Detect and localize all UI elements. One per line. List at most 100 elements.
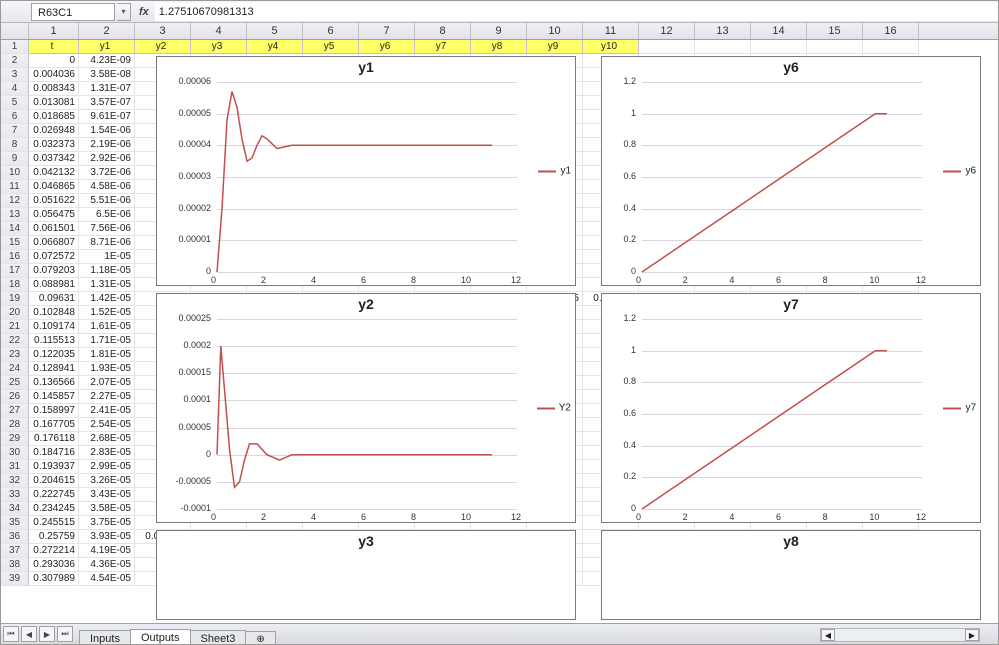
cell[interactable]: 3.57E-07 [79, 96, 135, 110]
cell[interactable]: 1.31E-05 [79, 278, 135, 292]
cell[interactable]: 0.018685 [29, 110, 79, 124]
cell[interactable]: 0.167705 [29, 418, 79, 432]
row-header[interactable]: 22 [1, 334, 29, 348]
cell[interactable]: 4.23E-09 [79, 54, 135, 68]
row-header[interactable]: 9 [1, 152, 29, 166]
cell[interactable]: 9.61E-07 [79, 110, 135, 124]
cell[interactable]: 0.115513 [29, 334, 79, 348]
cell[interactable]: 4.54E-05 [79, 572, 135, 586]
tab-nav-first-icon[interactable]: ⏮ [3, 626, 19, 642]
column-header[interactable]: 7 [359, 23, 415, 39]
cell[interactable]: 0.193937 [29, 460, 79, 474]
row-header[interactable]: 27 [1, 404, 29, 418]
row-header[interactable]: 26 [1, 390, 29, 404]
cell[interactable]: y10 [583, 40, 639, 54]
column-header[interactable]: 10 [527, 23, 583, 39]
cell[interactable]: 0.176118 [29, 432, 79, 446]
cell[interactable]: 4.36E-05 [79, 558, 135, 572]
row-header[interactable]: 11 [1, 180, 29, 194]
column-header[interactable]: 15 [807, 23, 863, 39]
chart-y3[interactable]: y3 [156, 530, 576, 620]
row-header[interactable]: 33 [1, 488, 29, 502]
row-header[interactable]: 29 [1, 432, 29, 446]
cell[interactable]: 0.307989 [29, 572, 79, 586]
tab-nav-prev-icon[interactable]: ◀ [21, 626, 37, 642]
row-header[interactable]: 4 [1, 82, 29, 96]
column-header[interactable]: 3 [135, 23, 191, 39]
new-sheet-icon[interactable]: ⊕ [245, 631, 275, 645]
column-header[interactable]: 11 [583, 23, 639, 39]
spreadsheet-grid[interactable]: 12345678910111213141516 1ty1y2y3y4y5y6y7… [1, 23, 998, 624]
row-header[interactable]: 17 [1, 264, 29, 278]
row-header[interactable]: 6 [1, 110, 29, 124]
column-header[interactable]: 5 [247, 23, 303, 39]
row-header[interactable]: 30 [1, 446, 29, 460]
cell[interactable]: 0.051622 [29, 194, 79, 208]
cell[interactable]: 1.61E-05 [79, 320, 135, 334]
row-header[interactable]: 8 [1, 138, 29, 152]
row-header[interactable]: 7 [1, 124, 29, 138]
cell[interactable]: 6.5E-06 [79, 208, 135, 222]
row-header[interactable]: 12 [1, 194, 29, 208]
cell[interactable]: 7.56E-06 [79, 222, 135, 236]
row-header[interactable]: 1 [1, 40, 29, 54]
cell[interactable]: 0.102848 [29, 306, 79, 320]
cell[interactable]: 1.42E-05 [79, 292, 135, 306]
column-header[interactable]: 9 [471, 23, 527, 39]
cell[interactable]: 0.066807 [29, 236, 79, 250]
sheet-tab[interactable]: Outputs [130, 629, 191, 645]
row-header[interactable]: 13 [1, 208, 29, 222]
tab-nav-next-icon[interactable]: ▶ [39, 626, 55, 642]
cell[interactable]: 3.58E-05 [79, 502, 135, 516]
cell[interactable]: 0.293036 [29, 558, 79, 572]
cell[interactable]: 2.27E-05 [79, 390, 135, 404]
cell[interactable]: y5 [303, 40, 359, 54]
cell[interactable]: 0.013081 [29, 96, 79, 110]
cell[interactable]: 0.122035 [29, 348, 79, 362]
cell[interactable]: 0.136566 [29, 376, 79, 390]
cell[interactable]: 1.71E-05 [79, 334, 135, 348]
formula-input[interactable]: 1.27510670981313 [155, 3, 998, 21]
cell[interactable]: 1.52E-05 [79, 306, 135, 320]
cell[interactable]: 3.43E-05 [79, 488, 135, 502]
cell[interactable]: 2.99E-05 [79, 460, 135, 474]
row-header[interactable]: 39 [1, 572, 29, 586]
cell[interactable]: 0.004036 [29, 68, 79, 82]
scroll-right-icon[interactable]: ▶ [965, 629, 979, 641]
row-header[interactable]: 35 [1, 516, 29, 530]
cell[interactable]: 2.68E-05 [79, 432, 135, 446]
cell[interactable]: 0.272214 [29, 544, 79, 558]
name-box-dropdown-icon[interactable]: ▾ [117, 3, 131, 21]
column-header[interactable]: 6 [303, 23, 359, 39]
row-header[interactable]: 14 [1, 222, 29, 236]
row-header[interactable]: 20 [1, 306, 29, 320]
row-header[interactable]: 18 [1, 278, 29, 292]
cell[interactable]: y9 [527, 40, 583, 54]
cell[interactable]: 1.18E-05 [79, 264, 135, 278]
row-header[interactable]: 16 [1, 250, 29, 264]
cell[interactable]: 3.26E-05 [79, 474, 135, 488]
cell[interactable]: 2.92E-06 [79, 152, 135, 166]
cell[interactable]: y4 [247, 40, 303, 54]
column-headers[interactable]: 12345678910111213141516 [1, 23, 998, 40]
cell[interactable]: 2.41E-05 [79, 404, 135, 418]
cell[interactable]: 2.83E-05 [79, 446, 135, 460]
cell[interactable]: 0.25759 [29, 530, 79, 544]
cell[interactable]: y7 [415, 40, 471, 54]
cell[interactable]: 0.056475 [29, 208, 79, 222]
cell[interactable]: 2.19E-06 [79, 138, 135, 152]
cell[interactable]: 0.079203 [29, 264, 79, 278]
cell[interactable] [751, 40, 807, 54]
row-header[interactable]: 21 [1, 320, 29, 334]
cell[interactable]: 3.72E-06 [79, 166, 135, 180]
cell[interactable]: t [29, 40, 79, 54]
cell[interactable]: 0.046865 [29, 180, 79, 194]
cell[interactable]: 1.93E-05 [79, 362, 135, 376]
cell[interactable]: 0.072572 [29, 250, 79, 264]
row-header[interactable]: 36 [1, 530, 29, 544]
select-all-corner[interactable] [1, 23, 29, 39]
cell[interactable]: 8.71E-06 [79, 236, 135, 250]
cell[interactable]: 2.07E-05 [79, 376, 135, 390]
cell[interactable] [807, 40, 863, 54]
row-header[interactable]: 28 [1, 418, 29, 432]
